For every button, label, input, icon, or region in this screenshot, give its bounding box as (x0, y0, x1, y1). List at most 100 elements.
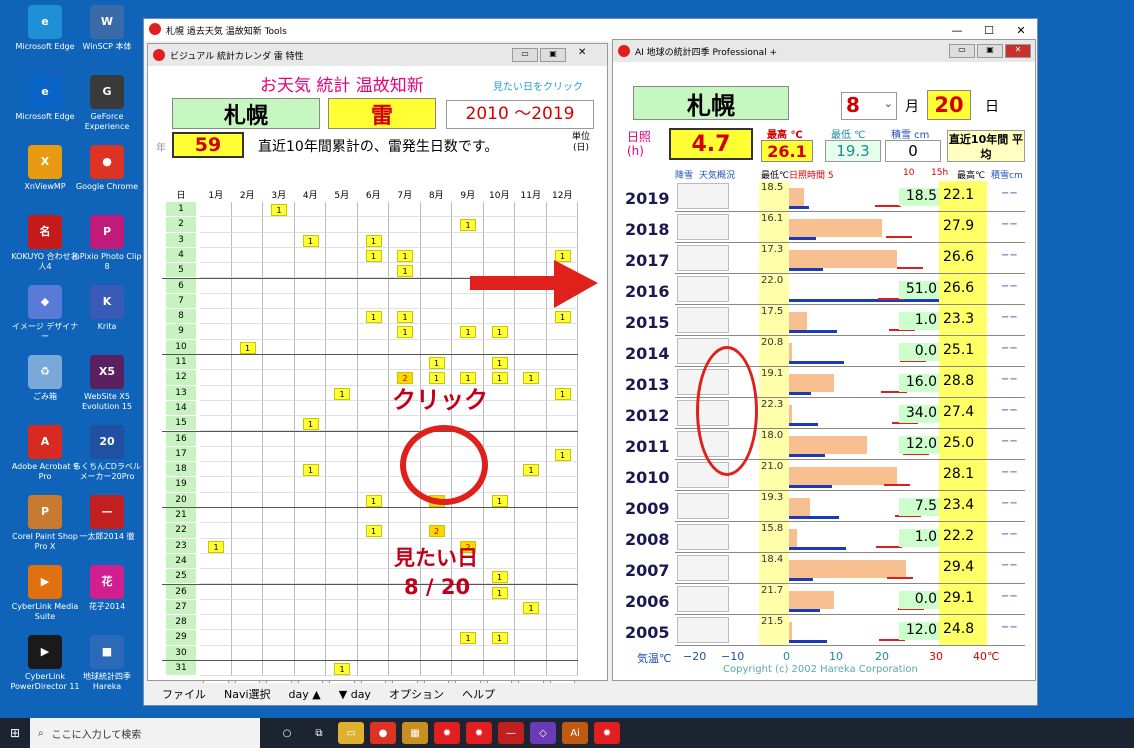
calendar-cell[interactable] (452, 355, 484, 371)
calendar-cell[interactable] (546, 416, 578, 432)
calendar-cell[interactable] (420, 324, 452, 340)
calendar-cell[interactable] (263, 278, 295, 294)
calendar-cell[interactable] (326, 569, 358, 585)
calendar-cell[interactable] (420, 630, 452, 646)
calendar-cell[interactable] (231, 584, 263, 600)
calendar-cell[interactable] (357, 661, 389, 677)
calendar-cell[interactable] (483, 217, 515, 233)
calendar-cell[interactable] (357, 538, 389, 554)
calendar-cell[interactable] (515, 645, 547, 661)
calendar-cell[interactable] (231, 492, 263, 508)
calendar-cell[interactable] (357, 508, 389, 524)
calendar-cell[interactable] (231, 416, 263, 432)
calendar-cell[interactable] (546, 324, 578, 340)
calendar-cell[interactable] (357, 202, 389, 218)
calendar-cell[interactable] (200, 278, 232, 294)
calendar-cell[interactable] (389, 661, 421, 677)
calendar-cell[interactable] (200, 247, 232, 264)
calendar-cell[interactable] (357, 431, 389, 447)
calendar-cell[interactable] (389, 508, 421, 524)
calendar-cell[interactable] (231, 615, 263, 631)
calendar-cell[interactable] (452, 615, 484, 631)
calendar-cell[interactable] (231, 462, 263, 478)
calendar-cell[interactable] (200, 446, 232, 463)
maximize-button[interactable]: ☐ (973, 19, 1005, 41)
thunder-mark[interactable]: 1 (491, 494, 508, 507)
file-explorer-icon[interactable]: ▭ (338, 722, 364, 744)
thunder-mark[interactable]: 1 (208, 540, 224, 553)
calendar-cell[interactable] (231, 232, 263, 248)
calendar-cell[interactable] (294, 355, 326, 371)
desktop-icon[interactable]: X5 WebSite X5 Evolution 15 (72, 355, 142, 412)
calendar-cell[interactable] (263, 599, 295, 616)
calendar-cell[interactable] (546, 400, 578, 417)
calendar-cell[interactable] (546, 217, 578, 233)
calendar-cell[interactable] (294, 523, 326, 539)
thunder-mark[interactable]: 1 (271, 204, 287, 216)
calendar-cell[interactable] (483, 615, 515, 631)
close-button[interactable]: ✕ (578, 47, 586, 58)
calendar-cell[interactable] (420, 309, 452, 325)
calendar-cell[interactable] (357, 217, 389, 233)
thunder-mark[interactable]: 1 (523, 464, 539, 477)
calendar-cell[interactable] (515, 508, 547, 524)
calendar-cell[interactable] (231, 477, 263, 493)
calendar-cell[interactable] (420, 508, 452, 524)
calendar-cell[interactable] (546, 523, 578, 539)
calendar-cell[interactable] (263, 523, 295, 539)
calendar-cell[interactable] (231, 630, 263, 646)
calendar-cell[interactable] (294, 630, 326, 646)
calendar-cell[interactable] (546, 202, 578, 218)
calendar-cell[interactable] (326, 278, 358, 294)
calendar-cell[interactable] (515, 492, 547, 508)
calendar-cell[interactable] (263, 385, 295, 401)
calendar-cell[interactable] (515, 523, 547, 539)
cortana-icon[interactable]: ○ (274, 722, 300, 744)
desktop-icon[interactable]: X XnViewMP (10, 145, 80, 192)
calendar-cell[interactable] (420, 645, 452, 661)
day-input[interactable]: 20 (927, 90, 971, 120)
thunder-mark[interactable]: 1 (397, 265, 413, 278)
calendar-cell[interactable] (357, 615, 389, 631)
desktop-icon[interactable]: P Corel Paint Shop Pro X (10, 495, 80, 552)
calendar-cell[interactable] (357, 446, 389, 463)
calendar-cell[interactable] (231, 553, 263, 570)
menu-item[interactable]: オプション (389, 686, 444, 702)
calendar-cell[interactable] (357, 599, 389, 616)
thunder-mark[interactable]: 1 (334, 663, 350, 675)
restore-button[interactable]: ▣ (540, 48, 566, 62)
calendar-cell[interactable] (263, 370, 295, 386)
calendar-cell[interactable] (200, 615, 232, 631)
desktop-icon[interactable]: 名 KOKUYO 合わせ名人4 (10, 215, 80, 272)
calendar-cell[interactable] (326, 492, 358, 508)
calendar-cell[interactable] (515, 477, 547, 493)
desktop-icon[interactable]: W WinSCP 本体 (72, 5, 142, 52)
calendar-cell[interactable] (389, 416, 421, 432)
thunder-mark[interactable]: 1 (491, 357, 508, 369)
calendar-cell[interactable] (452, 599, 484, 616)
minimize-button[interactable]: ▭ (949, 44, 975, 58)
calendar-cell[interactable] (231, 538, 263, 554)
calendar-cell[interactable] (200, 309, 232, 325)
calendar-cell[interactable] (231, 400, 263, 417)
thunder-mark[interactable]: 1 (334, 387, 350, 400)
year-row[interactable]: 18.4 29.4 −− (675, 553, 1025, 584)
calendar-cell[interactable] (389, 599, 421, 616)
calendar-cell[interactable] (326, 477, 358, 493)
calendar-cell[interactable] (231, 324, 263, 340)
desktop-icon[interactable]: K Krita (72, 285, 142, 332)
calendar-cell[interactable] (231, 446, 263, 463)
calendar-cell[interactable] (389, 232, 421, 248)
calendar-cell[interactable] (294, 370, 326, 386)
calendar-cell[interactable] (231, 661, 263, 677)
desktop-icon[interactable]: ■ 地球統計四季 Hareka (72, 635, 142, 692)
year-row[interactable]: 17.3 26.6 −− (675, 243, 1025, 274)
menu-item[interactable]: day ▲ (289, 688, 321, 701)
year-row[interactable]: 17.5 1.0 23.3 −− (675, 305, 1025, 336)
illustrator-icon[interactable]: Ai (562, 722, 588, 744)
thunder-mark[interactable]: 1 (365, 494, 382, 507)
calendar-cell[interactable] (263, 446, 295, 463)
calendar-cell[interactable] (294, 263, 326, 279)
calendar-cell[interactable] (420, 661, 452, 677)
calendar-cell[interactable] (200, 523, 232, 539)
